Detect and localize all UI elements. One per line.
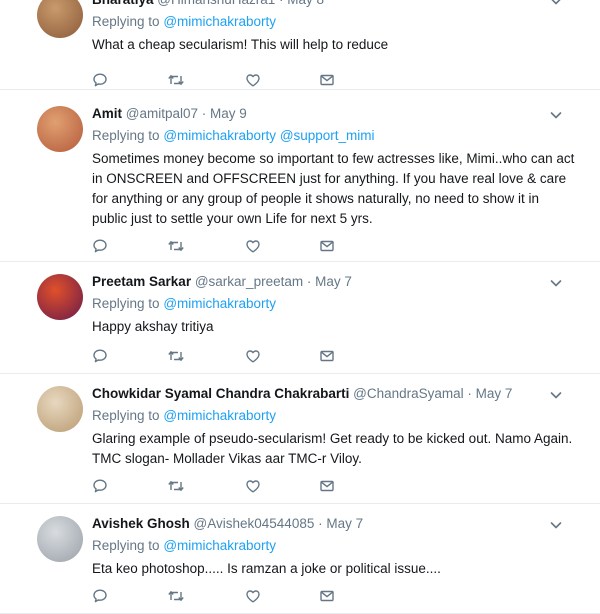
user-handle[interactable]: @sarkar_preetam (195, 274, 303, 289)
chevron-down-icon[interactable] (548, 107, 564, 123)
tweet-actions (92, 236, 352, 256)
reply-icon[interactable] (88, 346, 112, 366)
replying-to-label: Replying to (92, 128, 160, 143)
separator-dot: · (463, 386, 476, 401)
replying-to: Replying to @mimichakraborty (92, 13, 578, 31)
tweet-date[interactable]: May 7 (315, 274, 352, 289)
direct-message-icon[interactable] (315, 586, 339, 606)
retweet-icon[interactable] (164, 70, 188, 90)
direct-message-icon[interactable] (315, 346, 339, 366)
mention-link[interactable]: @mimichakraborty (163, 14, 276, 29)
chevron-down-icon[interactable] (548, 275, 564, 291)
tweet-header: Avishek Ghosh @Avishek04544085 · May 7 (92, 515, 578, 533)
replying-to-label: Replying to (92, 538, 160, 553)
replying-to: Replying to @mimichakraborty (92, 295, 578, 313)
tweet[interactable]: Amit @amitpal07 · May 9 Replying to @mimi… (0, 90, 600, 262)
replying-to-label: Replying to (92, 14, 160, 29)
tweet[interactable]: Bharatiya @HimanshuHazra1 · May 8 Replyin… (0, 0, 600, 90)
retweet-icon[interactable] (164, 346, 188, 366)
display-name[interactable]: Bharatiya (92, 0, 154, 7)
retweet-icon[interactable] (164, 236, 188, 256)
tweet-actions (92, 346, 352, 366)
user-handle[interactable]: @amitpal07 (126, 106, 198, 121)
tweet-date[interactable]: May 8 (287, 0, 324, 7)
tweet-date[interactable]: May 9 (210, 106, 247, 121)
separator-dot: · (314, 516, 327, 531)
tweet-actions (92, 586, 352, 606)
tweet[interactable]: Chowkidar Syamal Chandra Chakrabarti @Ch… (0, 374, 600, 504)
tweet-text: Happy akshay tritiya (92, 319, 214, 334)
tweet[interactable]: Avishek Ghosh @Avishek04544085 · May 7 Re… (0, 504, 600, 614)
chevron-down-icon[interactable] (548, 517, 564, 533)
retweet-icon[interactable] (164, 476, 188, 496)
replying-to: Replying to @mimichakraborty (92, 407, 578, 425)
tweet-text: Glaring example of pseudo-secularism! Ge… (92, 431, 573, 466)
mention-link[interactable]: @support_mimi (280, 128, 375, 143)
user-handle[interactable]: @HimanshuHazra1 (157, 0, 275, 7)
mention-link[interactable]: @mimichakraborty (163, 408, 276, 423)
reply-icon[interactable] (88, 236, 112, 256)
direct-message-icon[interactable] (315, 236, 339, 256)
replying-to-label: Replying to (92, 408, 160, 423)
separator-dot: · (275, 0, 287, 7)
replying-to: Replying to @mimichakraborty @support_mi… (92, 127, 578, 145)
tweet-header: Chowkidar Syamal Chandra Chakrabarti @Ch… (92, 385, 578, 403)
reply-icon[interactable] (88, 476, 112, 496)
like-icon[interactable] (241, 476, 265, 496)
replying-to-label: Replying to (92, 296, 160, 311)
tweet-text: Sometimes money become so important to f… (92, 151, 575, 226)
tweet-actions (92, 476, 352, 496)
retweet-icon[interactable] (164, 586, 188, 606)
tweet-date[interactable]: May 7 (326, 516, 363, 531)
tweet-header: Preetam Sarkar @sarkar_preetam · May 7 (92, 273, 578, 291)
chevron-down-icon[interactable] (548, 0, 564, 9)
like-icon[interactable] (241, 346, 265, 366)
avatar[interactable] (37, 0, 83, 38)
user-handle[interactable]: @Avishek04544085 (194, 516, 315, 531)
tweet-header: Amit @amitpal07 · May 9 (92, 105, 578, 123)
avatar[interactable] (37, 106, 83, 152)
replying-to: Replying to @mimichakraborty (92, 537, 578, 555)
mention-link[interactable]: @mimichakraborty (163, 128, 276, 143)
avatar[interactable] (37, 386, 83, 432)
separator-dot: · (303, 274, 316, 289)
display-name[interactable]: Preetam Sarkar (92, 274, 191, 289)
tweet-text: Eta keo photoshop..... Is ramzan a joke … (92, 561, 441, 576)
like-icon[interactable] (241, 236, 265, 256)
tweet-date[interactable]: May 7 (476, 386, 513, 401)
direct-message-icon[interactable] (315, 70, 339, 90)
tweet-header: Bharatiya @HimanshuHazra1 · May 8 (92, 0, 578, 9)
user-handle[interactable]: @ChandraSyamal (353, 386, 464, 401)
direct-message-icon[interactable] (315, 476, 339, 496)
avatar[interactable] (37, 516, 83, 562)
like-icon[interactable] (241, 586, 265, 606)
separator-dot: · (198, 106, 211, 121)
tweet-text: What a cheap secularism! This will help … (92, 37, 389, 52)
mention-link[interactable]: @mimichakraborty (163, 296, 276, 311)
display-name[interactable]: Chowkidar Syamal Chandra Chakrabarti (92, 386, 349, 401)
tweet[interactable]: Preetam Sarkar @sarkar_preetam · May 7 Re… (0, 262, 600, 374)
mention-link[interactable]: @mimichakraborty (163, 538, 276, 553)
reply-icon[interactable] (88, 70, 112, 90)
display-name[interactable]: Avishek Ghosh (92, 516, 190, 531)
avatar[interactable] (37, 274, 83, 320)
like-icon[interactable] (241, 70, 265, 90)
chevron-down-icon[interactable] (548, 387, 564, 403)
display-name[interactable]: Amit (92, 106, 122, 121)
reply-icon[interactable] (88, 586, 112, 606)
tweet-actions (92, 70, 352, 90)
